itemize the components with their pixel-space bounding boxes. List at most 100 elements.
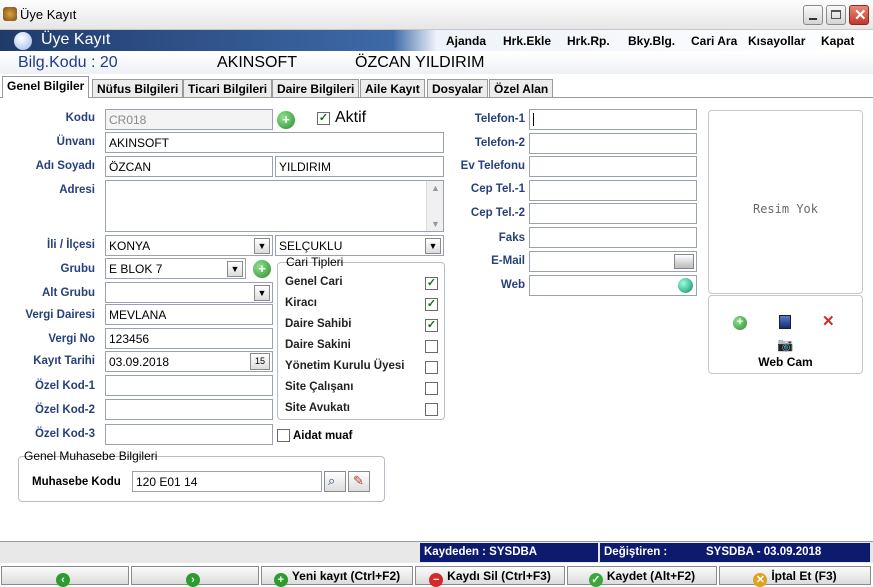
vergi-dairesi-input[interactable]: MEVLANA [105,304,273,325]
tab-ozel-alan[interactable]: Özel Alan [489,79,554,97]
new-record-button[interactable]: + Yeni kayıt (Ctrl+F2) [261,566,413,587]
webcam-icon[interactable]: 📷 [777,337,793,353]
grup-select[interactable]: E BLOK 7 ▼ [105,258,246,279]
add-photo-button[interactable]: + [733,316,747,330]
close-window-button[interactable]: ✕ [849,5,869,25]
tab-ticari-bilgileri[interactable]: Ticari Bilgileri [183,79,273,97]
cep-tel-2-label: Cep Tel.-2 [470,207,525,219]
cari-tipi-checkbox[interactable] [425,382,438,395]
person-name: ÖZCAN YILDIRIM [355,54,485,71]
add-grup-button[interactable]: + [253,260,271,278]
next-record-button[interactable]: › [131,566,259,587]
save-label: Kaydet (Alt+F2) [606,569,696,583]
email-input[interactable] [529,251,697,272]
cep-tel-1-input[interactable] [529,180,697,201]
menu-bky-blg[interactable]: Bky.Blg. [628,34,675,48]
il-label: İli / İlçesi [47,239,95,251]
new-record-label: Yeni kayıt (Ctrl+F2) [291,569,401,583]
ozel-kod-2-input[interactable] [105,399,273,420]
edit-muhasebe-button[interactable]: ✎ [348,471,370,492]
web-input[interactable] [529,275,697,296]
previous-record-button[interactable]: ‹ [1,566,129,587]
vergi-no-input[interactable]: 123456 [105,328,273,349]
form-header: Üye Kayıt [0,30,873,51]
unvan-input[interactable]: AKINSOFT [105,132,444,153]
tab-aile-kayit[interactable]: Aile Kayıt [360,79,425,97]
open-photo-icon[interactable] [779,315,791,329]
window-title: Üye Kayıt [20,7,77,22]
menu-hrk-ekle[interactable]: Hrk.Ekle [503,34,551,48]
cari-tipi-checkbox[interactable] [425,361,438,374]
form-icon [14,32,32,50]
delete-photo-icon[interactable]: ✕ [822,312,835,330]
plus-icon: + [258,261,266,276]
cari-tipi-checkbox[interactable] [425,340,438,353]
kod-input[interactable]: CR018 [105,109,273,130]
cari-tipi-checkbox[interactable]: ✓ [425,298,438,311]
aidat-muaf-checkbox[interactable] [277,429,290,442]
faks-label: Faks [498,232,525,244]
ozel-kod-1-input[interactable] [105,375,273,396]
ozel-kod-1-label: Özel Kod-1 [34,380,95,392]
ad-input[interactable]: ÖZCAN [105,156,273,177]
cari-tipi-label: Site Çalışanı [285,381,354,393]
minus-icon: − [429,573,444,587]
soyad-input[interactable]: YILDIRIM [275,156,444,177]
menu-kapat[interactable]: Kapat [821,34,854,48]
check-icon: ✓ [588,573,603,587]
altgrup-select[interactable]: ▼ [105,282,273,303]
il-select[interactable]: KONYA ▼ [105,235,273,256]
tab-nufus-bilgileri[interactable]: Nüfus Bilgileri [92,79,184,97]
telefon-2-input[interactable] [529,133,697,154]
mail-icon[interactable] [674,254,694,269]
kayit-tarihi-input[interactable]: 03.09.2018 15 [105,351,273,372]
web-label: Web [500,279,525,291]
menu-hrk-rp[interactable]: Hrk.Rp. [567,34,610,48]
email-label: E-Mail [491,255,525,267]
faks-input[interactable] [529,227,697,248]
cari-tipi-label: Daire Sakini [285,339,351,351]
kaydeden-text: Kaydeden : SYSDBA [420,543,598,562]
cari-tipi-label: Site Avukatı [285,402,350,414]
telefon-1-label: Telefon-1 [474,113,525,125]
aktif-label: Aktif [335,109,367,126]
ev-telefonu-input[interactable] [529,156,697,177]
delete-record-button[interactable]: − Kaydı Sil (Ctrl+F3) [415,566,565,587]
company-name: AKINSOFT [217,54,298,71]
window-titlebar: Üye Kayıt ✕ [0,0,873,30]
cari-tipi-checkbox[interactable]: ✓ [425,319,438,332]
ozel-kod-3-input[interactable] [105,424,273,445]
plus-icon: + [736,316,744,328]
muhasebe-kodu-input[interactable]: 120 E01 14 [132,471,322,492]
add-kod-button[interactable]: + [277,111,295,129]
chevron-down-icon: ▼ [254,238,270,254]
webcam-label[interactable]: Web Cam [708,355,863,369]
grup-value: E BLOK 7 [109,262,163,276]
tab-genel-bilgiler[interactable]: Genel Bilgiler [2,76,90,98]
tab-dosyalar[interactable]: Dosyalar [427,79,488,97]
menu-ajanda[interactable]: Ajanda [446,34,486,48]
cari-tipi-checkbox[interactable] [425,403,438,416]
cari-tipi-label: Kiracı [285,297,317,309]
tab-daire-bilgileri[interactable]: Daire Bilgileri [272,79,360,97]
il-value: KONYA [109,239,151,253]
plus-icon: + [282,112,290,127]
minimize-button[interactable] [803,5,823,25]
aidat-muaf-label: Aidat muaf [293,430,353,442]
menu-kisayollar[interactable]: Kısayollar [748,34,805,48]
aktif-checkbox[interactable]: ✓ [317,112,330,125]
globe-icon[interactable] [678,278,693,293]
cancel-button[interactable]: ✕ İptal Et (F3) [719,566,871,587]
maximize-button[interactable] [826,5,846,25]
adres-textarea[interactable] [105,180,444,232]
save-button[interactable]: ✓ Kaydet (Alt+F2) [567,566,717,587]
adsoyad-label: Adı Soyadı [35,160,95,172]
cep-tel-2-input[interactable] [529,203,697,224]
calendar-icon[interactable]: 15 [250,353,270,370]
chevron-down-icon: ▼ [254,285,270,301]
ilce-select[interactable]: SELÇUKLU ▼ [275,235,444,256]
menu-cari-ara[interactable]: Cari Ara [691,34,737,48]
telefon-1-input[interactable] [529,109,697,130]
unvan-label: Ünvanı [56,136,95,148]
search-muhasebe-button[interactable]: ⌕ [324,471,346,492]
